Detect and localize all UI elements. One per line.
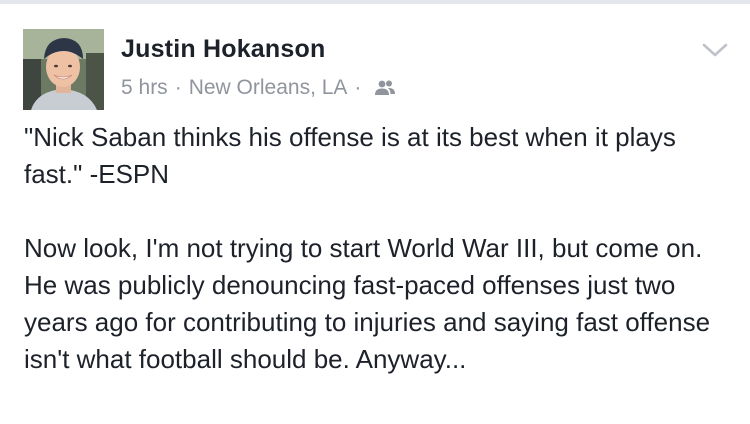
post-timestamp[interactable]: 5 hrs (121, 76, 168, 100)
feed-post: Justin Hokanson 5 hrs · New Orleans, LA … (0, 4, 750, 424)
friends-icon[interactable] (374, 79, 396, 97)
author-name[interactable]: Justin Hokanson (121, 35, 325, 64)
avatar-photo (23, 29, 104, 110)
meta-separator: · (174, 76, 182, 99)
post-location[interactable]: New Orleans, LA (189, 76, 348, 100)
post-paragraph: Now look, I'm not trying to start World … (24, 233, 711, 374)
post-meta: 5 hrs · New Orleans, LA · (121, 76, 396, 100)
avatar[interactable] (23, 29, 104, 110)
meta-separator: · (354, 76, 362, 99)
chevron-down-icon[interactable] (702, 42, 728, 58)
post-body: "Nick Saban thinks his offense is at its… (24, 119, 734, 378)
post-paragraph: "Nick Saban thinks his offense is at its… (24, 122, 676, 189)
